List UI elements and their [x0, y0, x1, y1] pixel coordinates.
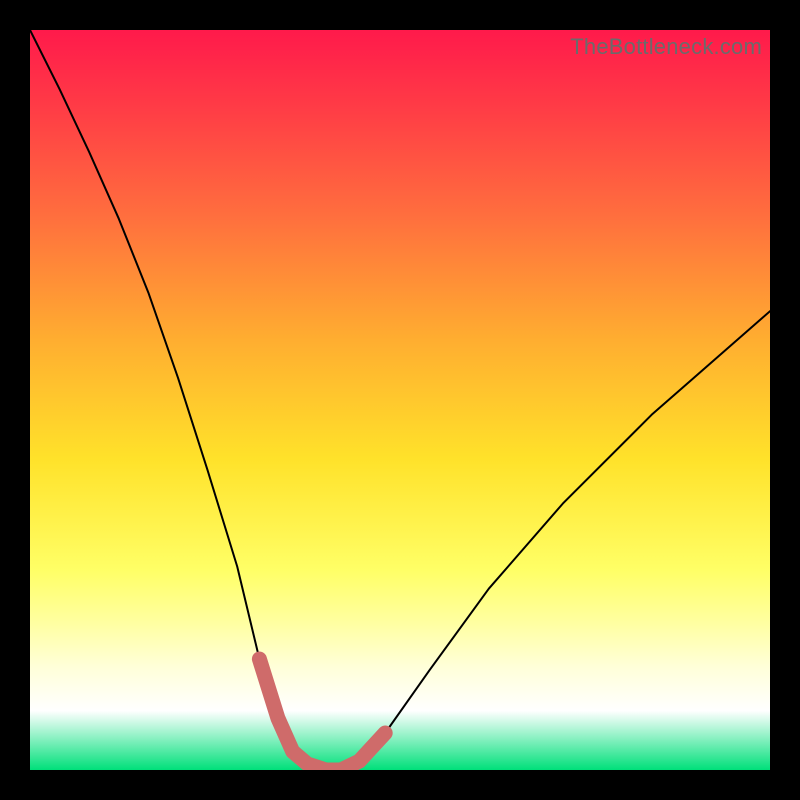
chart-plot-area: TheBottleneck.com: [30, 30, 770, 770]
curve-layer: [30, 30, 770, 770]
bottleneck-curve-path: [30, 30, 770, 770]
attribution-watermark: TheBottleneck.com: [570, 34, 762, 60]
chart-stage: TheBottleneck.com: [0, 0, 800, 800]
optimal-zone-path: [259, 659, 385, 770]
